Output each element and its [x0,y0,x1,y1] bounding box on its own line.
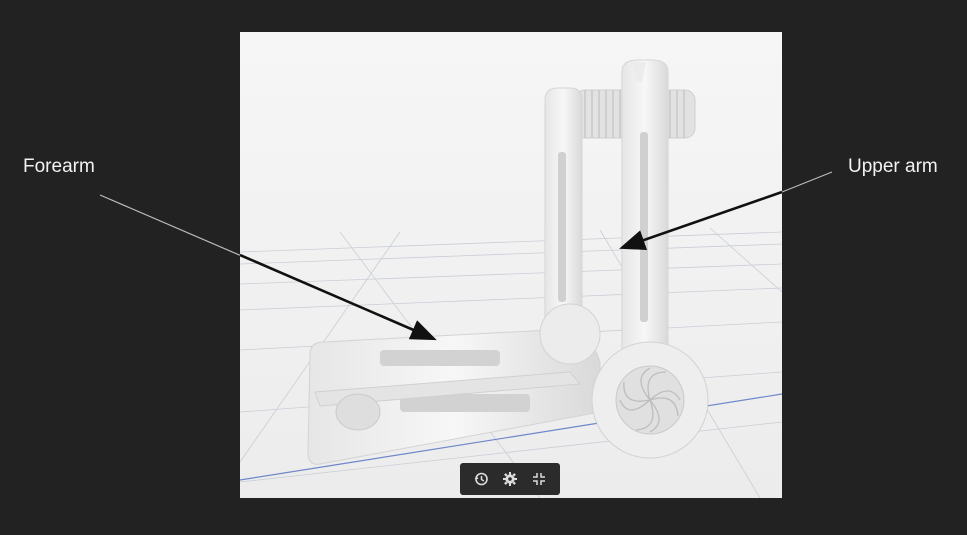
elbow-joint [591,341,709,459]
forearm-label: Forearm [23,156,95,177]
3d-model-viewer[interactable] [240,32,782,498]
model-scene [240,32,782,498]
upper-arm-arrow-tail [781,171,833,193]
history-button[interactable] [468,466,494,492]
gear-icon [502,472,517,486]
settings-button[interactable] [497,466,523,492]
viewer-toolbar [460,463,560,495]
slide-canvas: Forearm Upper arm [0,0,967,535]
history-icon [474,472,488,486]
exit-fullscreen-button[interactable] [526,466,552,492]
collapse-icon [533,473,546,485]
upper-arm-label: Upper arm [848,156,938,177]
